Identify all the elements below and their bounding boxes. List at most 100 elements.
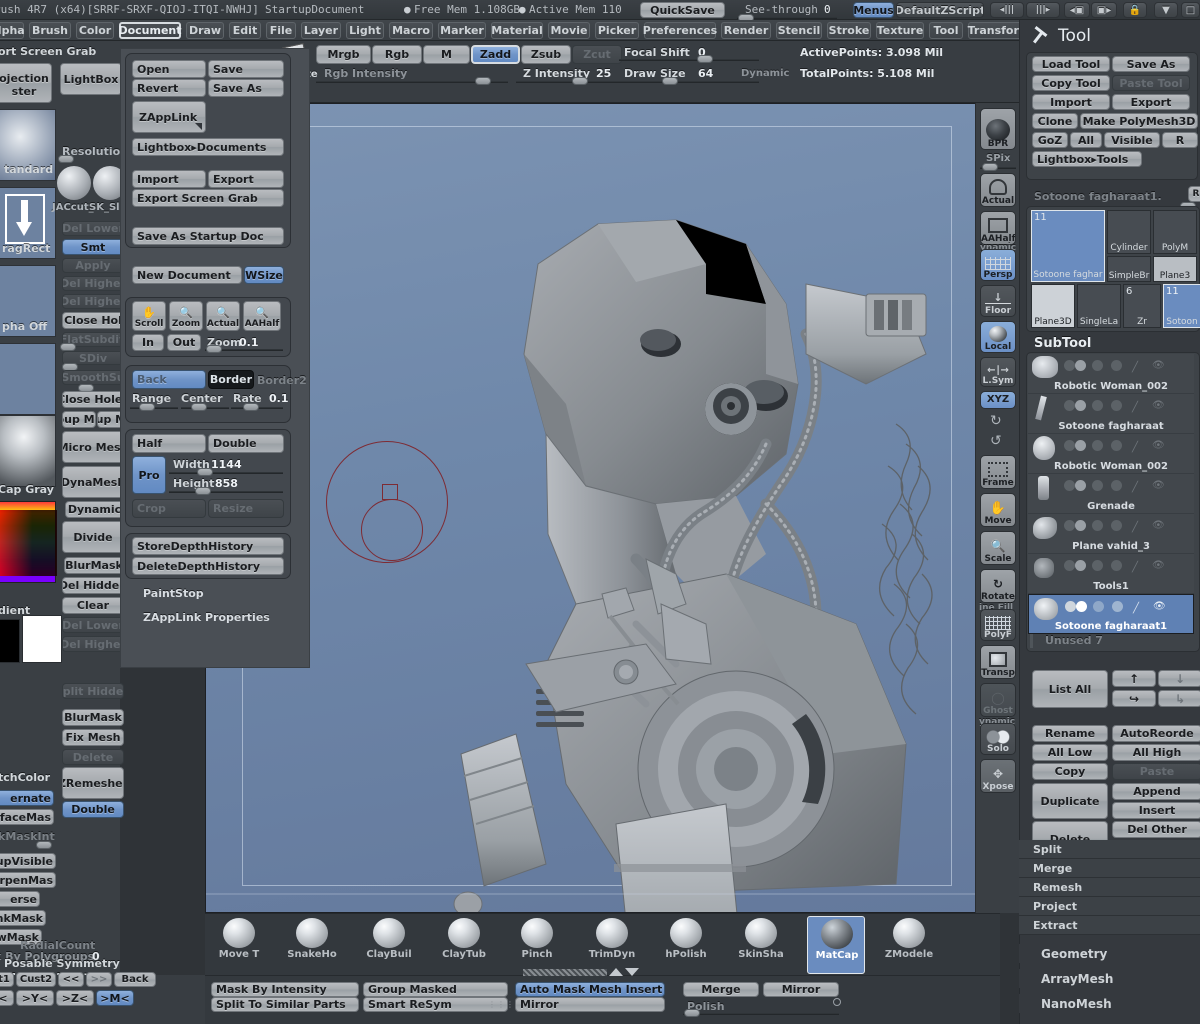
tool-thumb-8[interactable]: 11 Sotoon [1163, 284, 1200, 328]
frame-button[interactable]: Frame [980, 455, 1016, 489]
scale-button[interactable]: 🔍 Scale [980, 531, 1016, 565]
del-higher-b-button[interactable]: Del Higher [62, 294, 124, 309]
polish-track[interactable] [683, 1013, 839, 1015]
xyz-button[interactable]: XYZ [980, 391, 1016, 409]
mirror-right-button[interactable]: Mirror [763, 982, 839, 997]
doc-actual-button[interactable]: 🔍 Actual [206, 301, 240, 331]
fix-mesh-button[interactable]: Fix Mesh [62, 729, 124, 746]
alternate-button[interactable]: ernate [0, 790, 54, 806]
doc-border-button[interactable]: Border [208, 370, 254, 389]
zcut-button[interactable]: Zcut [572, 45, 622, 64]
subtool-row-2[interactable]: ╱ 👁 Robotic Woman_002 [1028, 434, 1194, 474]
rotate-z-icon[interactable]: ↺ [990, 433, 1002, 449]
spix-knob[interactable] [982, 163, 998, 171]
doc-save-as-startup-button[interactable]: Save As Startup Doc [132, 227, 284, 245]
del-higher-a-button[interactable]: Del Higher [62, 276, 124, 291]
resolution-knob[interactable] [58, 155, 74, 163]
doc-zapplink-properties-label[interactable]: ZAppLink Properties [143, 611, 270, 624]
menu-row-arraymesh[interactable]: ArrayMesh [1019, 969, 1200, 988]
brush-item-4[interactable]: Pinch [508, 916, 566, 974]
apply-button[interactable]: Apply [62, 258, 124, 273]
save-as-button[interactable]: Save As [1112, 56, 1190, 72]
doc-width-knob[interactable] [197, 468, 213, 476]
doc-open-button[interactable]: Open [132, 60, 206, 78]
paste-button[interactable]: Paste [1112, 763, 1200, 780]
mask-intensity-slider-knob[interactable] [36, 841, 52, 849]
menus-button[interactable]: Menus [853, 2, 894, 18]
doc-double-button[interactable]: Double [208, 434, 284, 453]
draw-size-knob[interactable] [662, 77, 678, 85]
aahalf-button[interactable]: AAHalf [980, 211, 1016, 245]
xpose-button[interactable]: ✥ Xpose [980, 759, 1016, 793]
menu-row-geometry[interactable]: Geometry [1019, 944, 1200, 963]
menu-item-marker[interactable]: Marker [438, 22, 486, 39]
menu-item-macro[interactable]: Macro [389, 22, 433, 39]
move-up-icon[interactable]: ↑ [1112, 670, 1156, 687]
menu-row-project[interactable]: Project [1019, 897, 1200, 916]
doc-wsize-button[interactable]: WSize [244, 266, 284, 284]
layer-prev-icon[interactable]: ◂▣ [1064, 2, 1090, 18]
subtool-row-5[interactable]: ╱ 👁 Tools1 [1028, 554, 1194, 594]
polyf-button[interactable]: PolyF [980, 609, 1016, 641]
tool-thumb-1[interactable]: Cylinder [1107, 210, 1151, 254]
horizontal-scrollbar[interactable] [523, 969, 607, 976]
micro-mesh-button[interactable]: Micro Mesh [62, 431, 124, 463]
doc-pro-button[interactable]: Pro [132, 456, 166, 494]
inverse-button[interactable]: erse [0, 891, 40, 907]
brush-item-7[interactable]: SkinSha [732, 916, 790, 974]
z-intensity-knob[interactable] [572, 77, 588, 85]
doc-back-button[interactable]: Back [132, 370, 206, 389]
all-high-button[interactable]: All High [1112, 744, 1200, 761]
brush-item-5[interactable]: TrimDyn [583, 916, 641, 974]
draw-size-track[interactable] [619, 81, 759, 83]
doc-rate-knob[interactable] [243, 403, 259, 411]
primary-color-swatch[interactable] [22, 615, 62, 663]
doc-import-button[interactable]: Import [132, 170, 206, 188]
doc-height-track[interactable] [169, 491, 283, 493]
smart-resym-button[interactable]: Smart ReSym [363, 997, 508, 1012]
cust1-button[interactable]: st1 [0, 972, 14, 987]
focal-shift-track[interactable] [619, 59, 759, 61]
menu-item-color[interactable]: Color [76, 22, 114, 39]
zscript-next-icon[interactable]: |||▸ [1026, 2, 1060, 18]
focal-shift-knob[interactable] [697, 55, 713, 63]
doc-center-knob[interactable] [191, 403, 207, 411]
auto-mask-mesh-insert-button[interactable]: Auto Mask Mesh Insert [515, 982, 665, 997]
menu-item-material[interactable]: Material [491, 22, 543, 39]
menu-row-split[interactable]: Split [1019, 840, 1200, 859]
clear-button[interactable]: Clear [62, 597, 124, 614]
doc-width-track[interactable] [169, 472, 283, 474]
menu-item-draw[interactable]: Draw [186, 22, 224, 39]
make-polymesh3d-button[interactable]: Make PolyMesh3D [1080, 113, 1198, 129]
lock-icon[interactable]: 🔒 [1123, 2, 1147, 18]
projection-master-button[interactable]: ojection ster [0, 63, 52, 103]
minimize-icon[interactable]: ▼ [1154, 2, 1178, 18]
doc-save-button[interactable]: Save [208, 60, 284, 78]
split-hidden-button[interactable]: Split Hidden [62, 683, 124, 699]
dynamic-label[interactable]: Dynamic [741, 68, 789, 79]
brush-item-1[interactable]: SnakeHo [283, 916, 341, 974]
menu-item-file[interactable]: File [266, 22, 296, 39]
sym-x-button[interactable]: < [0, 990, 14, 1006]
next-button[interactable]: >> [86, 972, 112, 987]
layer-next-icon[interactable]: ▣▸ [1091, 2, 1117, 18]
brush-item-9[interactable]: ZModele [880, 916, 938, 974]
default-zscript-button[interactable]: DefaultZScript [896, 2, 984, 18]
insert-button[interactable]: Insert [1112, 802, 1200, 819]
append-button[interactable]: Append [1112, 783, 1200, 800]
close-hole-button[interactable]: Close Hol [62, 312, 124, 329]
sharpen-mask-button[interactable]: rpenMas [0, 872, 56, 888]
solo-button[interactable]: Solo [980, 723, 1016, 755]
alpha-thumb-0[interactable] [57, 166, 91, 200]
rotate-y-icon[interactable]: ↻ [990, 413, 1002, 429]
menu-item-layer[interactable]: Layer [301, 22, 341, 39]
brush-item-3[interactable]: ClayTub [435, 916, 493, 974]
tool-thumb-5[interactable]: Plane3D [1031, 284, 1075, 328]
doc-export-button[interactable]: Export [208, 170, 284, 188]
menu-item-brush[interactable]: Brush [29, 22, 71, 39]
subtool-row-0[interactable]: ╱ 👁 Robotic Woman_002 [1028, 354, 1194, 394]
menu-item-light[interactable]: Light [346, 22, 384, 39]
backface-mask-button[interactable]: kfaceMas [0, 809, 54, 825]
smt-button[interactable]: Smt [62, 239, 124, 255]
r-button[interactable]: R [1162, 132, 1198, 148]
